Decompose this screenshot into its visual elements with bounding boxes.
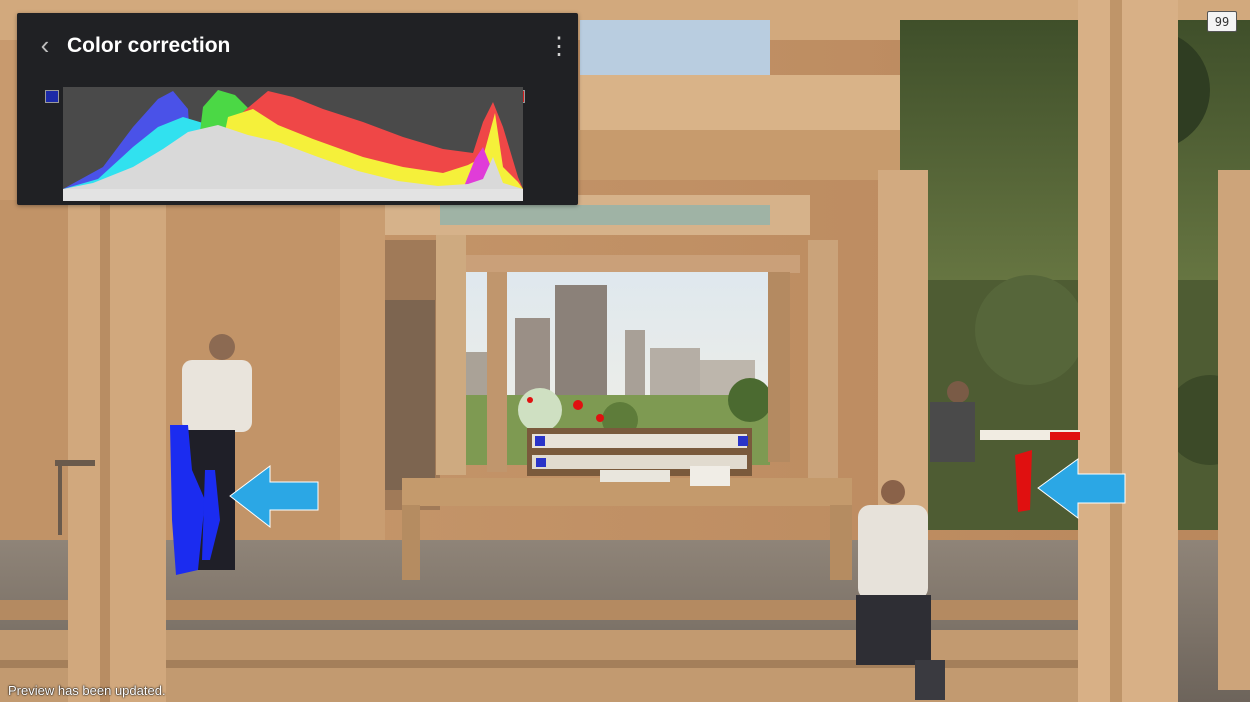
annotation-arrow-left-right xyxy=(1037,458,1126,519)
rgb-histogram[interactable] xyxy=(63,87,523,201)
panel-header: ‹ Color correction ⋮ xyxy=(17,13,578,79)
back-chevron-icon[interactable]: ‹ xyxy=(35,32,55,59)
more-vertical-icon[interactable]: ⋮ xyxy=(547,33,571,61)
color-correction-panel: ‹ Color correction ⋮ xyxy=(17,13,578,205)
corner-badge: 99 xyxy=(1207,11,1237,32)
annotation-arrow-left-man xyxy=(229,465,319,529)
panel-title: Color correction xyxy=(67,34,231,57)
histogram-black-point-handle[interactable] xyxy=(45,90,59,103)
status-message: Preview has been updated. xyxy=(8,683,166,698)
